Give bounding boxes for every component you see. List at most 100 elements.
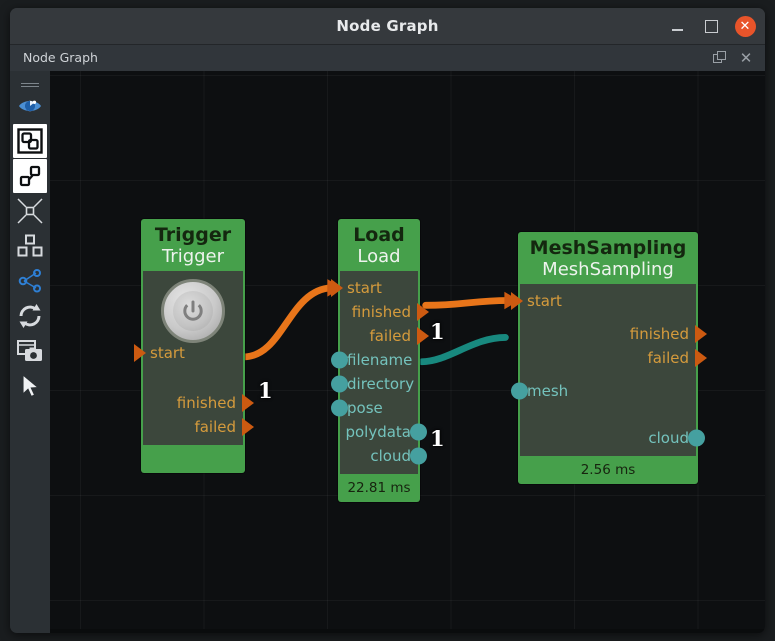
port-label: failed [369, 327, 411, 345]
port-trigger-in-start[interactable]: start [134, 341, 243, 365]
exec-port-triangle-icon [242, 394, 254, 412]
port-label: start [150, 344, 185, 362]
exec-port-triangle-icon [417, 303, 429, 321]
port-trigger-out-failed[interactable]: failed [143, 415, 254, 439]
toolbar-item-node-select[interactable] [13, 159, 47, 193]
data-port-circle-icon [688, 429, 705, 447]
connection-label-load-mesh-data: 1 [430, 426, 445, 451]
port-load-in-pose[interactable]: pose [331, 396, 418, 420]
port-meshsampling-out-failed[interactable]: failed [520, 346, 707, 370]
wire-load-to-meshsampling-exec [422, 297, 512, 309]
connection-label-load-mesh-exec: 1 [430, 319, 445, 344]
data-port-circle-icon [410, 447, 427, 465]
graph-canvas[interactable]: 1 1 1 Trigger Trigger start finished fai… [50, 71, 765, 633]
node-meshsampling-body: start finished failed mesh cloud [511, 284, 707, 456]
toolbar-item-refresh[interactable] [13, 299, 47, 333]
node-load-time: 22.81 ms [347, 480, 411, 496]
minimize-button[interactable] [665, 14, 689, 38]
layout-grid-icon [17, 234, 43, 257]
node-load-name: Load [357, 246, 401, 267]
data-port-circle-icon [511, 382, 528, 400]
window-title: Node Graph [336, 17, 439, 35]
graph-share-icon [18, 269, 41, 293]
port-load-in-start[interactable]: start [331, 276, 418, 300]
node-meshsampling-name: MeshSampling [542, 259, 674, 280]
port-label: start [527, 292, 562, 310]
window-titlebar[interactable]: Node Graph ✕ [10, 8, 765, 45]
minimize-icon [671, 28, 683, 31]
dock-controls: ✕ [708, 45, 758, 71]
node-meshsampling-type: MeshSampling [529, 237, 687, 259]
exec-port-triangle-icon [511, 292, 523, 310]
port-load-in-filename[interactable]: filename [331, 348, 418, 372]
eye-icon [19, 100, 41, 112]
port-meshsampling-out-cloud[interactable]: cloud [520, 426, 705, 450]
screenshot-icon [17, 340, 42, 361]
power-button-icon [161, 279, 225, 343]
node-select-icon [19, 165, 41, 187]
port-load-out-cloud[interactable]: cloud [340, 444, 427, 468]
port-label: mesh [527, 382, 569, 400]
node-meshsampling-header: MeshSampling MeshSampling [518, 232, 698, 284]
port-label: filename [347, 351, 413, 369]
close-button[interactable]: ✕ [733, 14, 757, 38]
port-label: finished [629, 325, 689, 343]
window-controls: ✕ [665, 8, 757, 44]
collapse-arrows-icon [17, 198, 43, 224]
exec-port-triangle-icon [242, 418, 254, 436]
dock-title: Node Graph [23, 50, 98, 65]
port-label: polydata [345, 423, 411, 441]
maximize-icon [704, 19, 718, 33]
data-port-circle-icon [331, 375, 348, 393]
cursor-icon [22, 373, 40, 398]
exec-port-triangle-icon [134, 344, 146, 362]
port-label: directory [347, 375, 415, 393]
data-port-circle-icon [410, 423, 427, 441]
dock-titlebar[interactable]: Node Graph ✕ [10, 45, 765, 72]
port-label: cloud [648, 429, 689, 447]
toolbar-item-eye[interactable] [13, 89, 47, 123]
toolbar-item-layout[interactable] [13, 229, 47, 263]
toolbar-item-graph-links[interactable] [13, 264, 47, 298]
toolbar-grip[interactable] [21, 83, 39, 87]
dock-float-button[interactable] [708, 46, 732, 70]
port-load-out-failed[interactable]: failed [340, 324, 429, 348]
node-load-body: start finished failed filename directory… [331, 271, 429, 474]
node-graph-window: Node Graph ✕ Node Graph ✕ 1 1 1 Trigger … [10, 8, 765, 633]
port-meshsampling-out-finished[interactable]: finished [520, 322, 707, 346]
dock-close-button[interactable]: ✕ [734, 46, 758, 70]
port-label: finished [176, 394, 236, 412]
port-label: pose [347, 399, 383, 417]
port-meshsampling-in-mesh[interactable]: mesh [511, 379, 696, 403]
exec-port-triangle-icon [695, 349, 707, 367]
port-meshsampling-in-start[interactable]: start [511, 289, 696, 313]
data-port-circle-icon [331, 399, 348, 417]
toolbar-item-node-frame[interactable] [13, 124, 47, 158]
exec-port-triangle-icon [695, 325, 707, 343]
float-window-icon [713, 51, 727, 65]
port-load-out-polydata[interactable]: polydata [340, 420, 427, 444]
refresh-icon [19, 304, 41, 328]
node-trigger-time [141, 445, 245, 473]
node-load-header: Load Load [338, 219, 420, 271]
node-trigger-type: Trigger [154, 224, 232, 246]
power-glyph [183, 300, 203, 321]
node-load-type: Load [353, 224, 405, 246]
maximize-button[interactable] [699, 14, 723, 38]
toolbar-item-collapse[interactable] [13, 194, 47, 228]
port-label: failed [194, 418, 236, 436]
port-label: finished [351, 303, 411, 321]
port-label: start [347, 279, 382, 297]
port-label: failed [647, 349, 689, 367]
exec-port-triangle-icon [331, 279, 343, 297]
port-load-out-finished[interactable]: finished [340, 300, 429, 324]
toolbar-item-screenshot[interactable] [13, 334, 47, 368]
node-trigger[interactable]: Trigger Trigger start finished failed [134, 219, 254, 473]
port-load-in-directory[interactable]: directory [331, 372, 418, 396]
port-trigger-out-finished[interactable]: finished [143, 391, 254, 415]
node-load[interactable]: Load Load start finished failed filename… [331, 219, 429, 502]
node-trigger-header: Trigger Trigger [141, 219, 245, 271]
toolbar-item-cursor[interactable] [13, 369, 47, 403]
node-meshsampling[interactable]: MeshSampling MeshSampling start finished… [511, 232, 707, 484]
exec-port-triangle-icon [417, 327, 429, 345]
